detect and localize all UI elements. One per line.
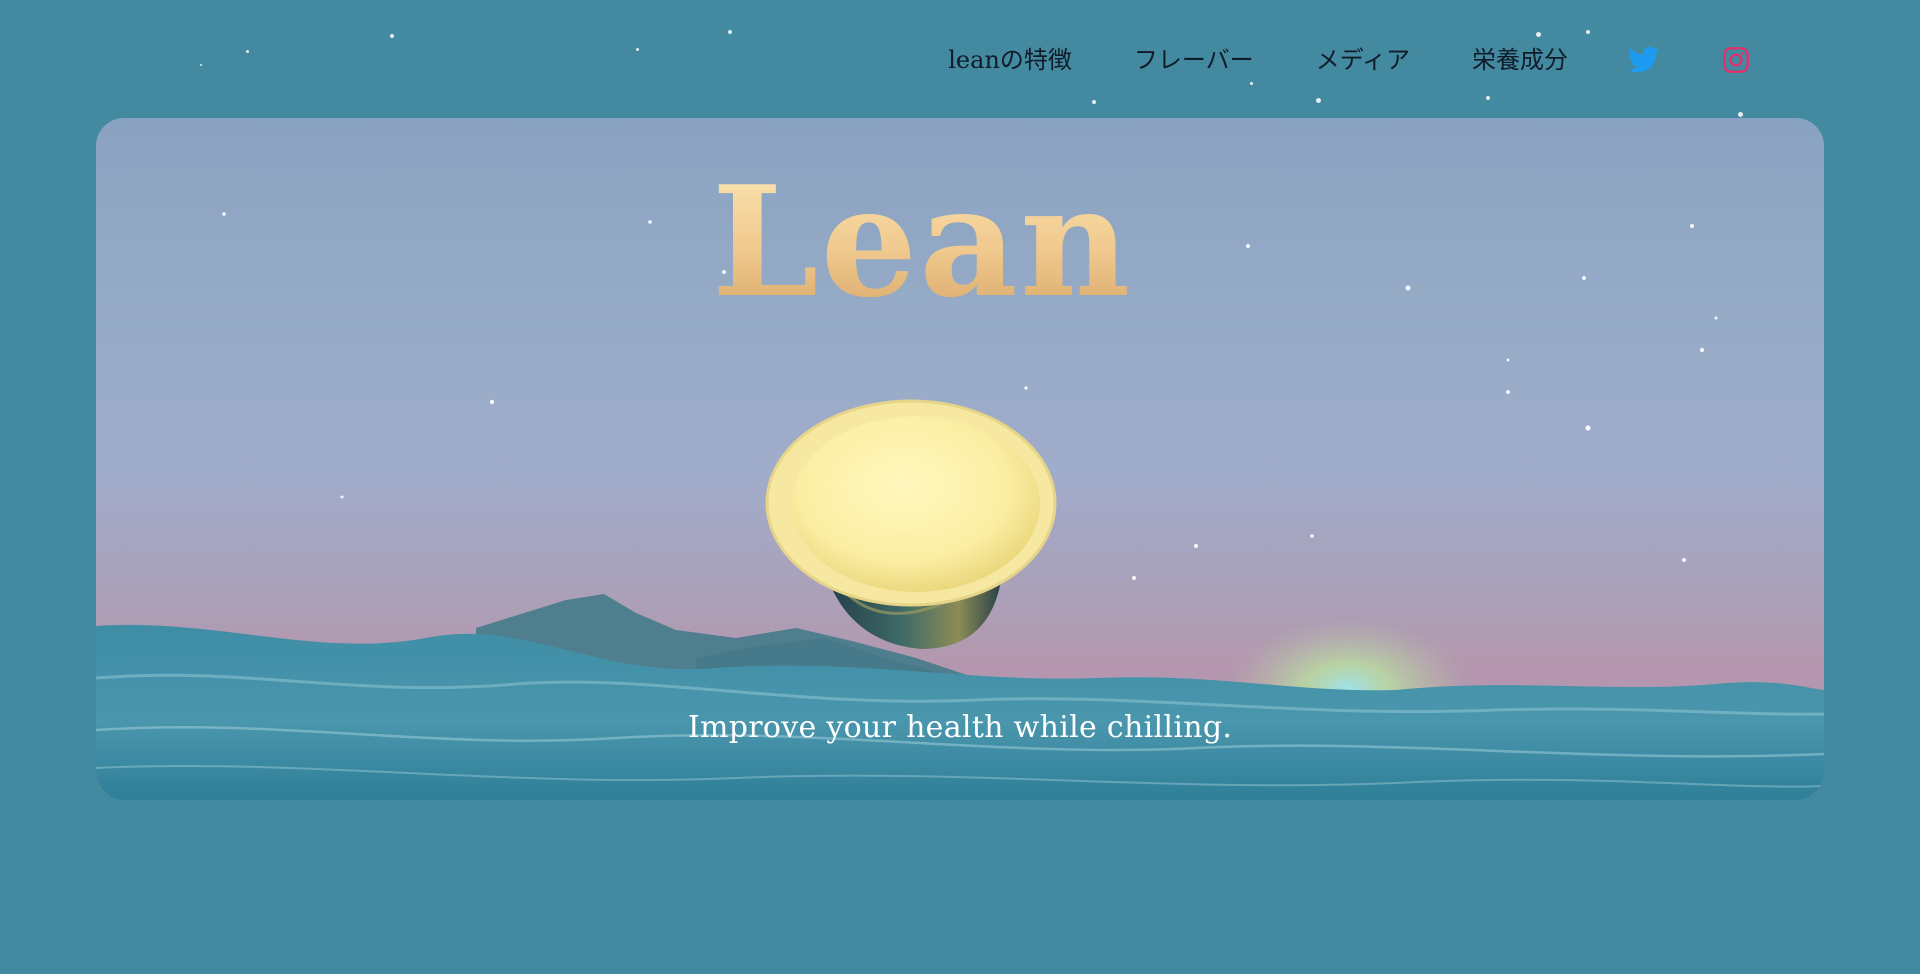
nav-link-media[interactable]: メディア [1316, 40, 1410, 80]
twitter-link[interactable] [1628, 46, 1660, 74]
instagram-icon [1723, 47, 1749, 73]
nav-link-flavors[interactable]: フレーバー [1134, 40, 1254, 80]
hero-banner: Lean Improve your health while chilling. [96, 118, 1824, 800]
twitter-icon [1628, 46, 1660, 73]
hero-tagline: Improve your health while chilling. [687, 710, 1233, 745]
hero-title: Lean [96, 166, 1786, 318]
nav-link-features[interactable]: leanの特徴 [948, 40, 1072, 80]
main-navigation: leanの特徴 フレーバー メディア 栄養成分 [948, 40, 1750, 80]
site-header: leanの特徴 フレーバー メディア 栄養成分 [0, 0, 1920, 118]
ice-cream-cup-image [765, 399, 1057, 649]
instagram-link[interactable] [1722, 46, 1750, 74]
nav-link-nutrition[interactable]: 栄養成分 [1472, 40, 1568, 80]
